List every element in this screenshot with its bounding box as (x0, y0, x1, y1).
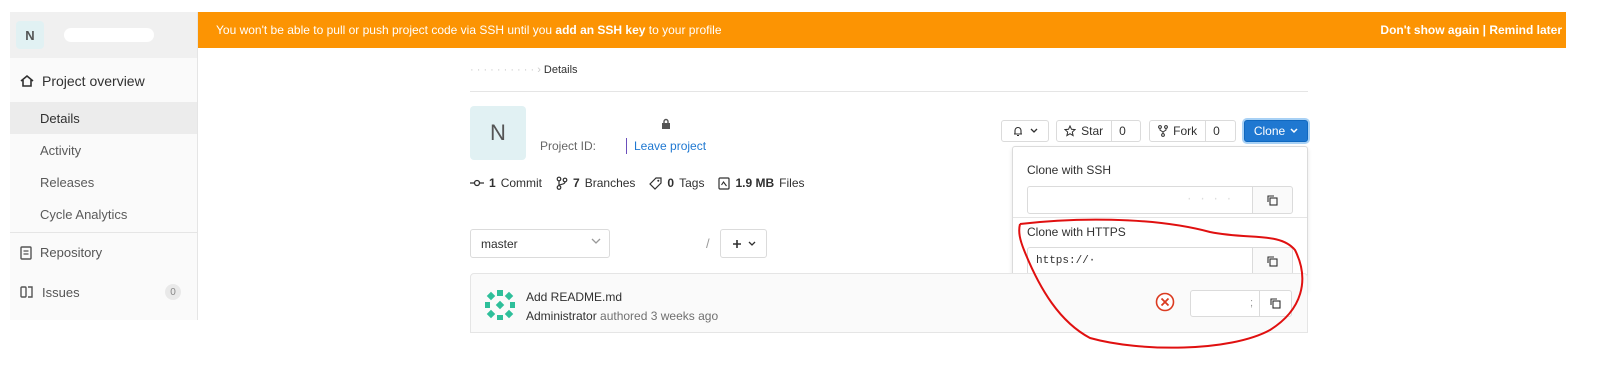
redacted-project-name (64, 28, 154, 42)
fork-button[interactable]: Fork 0 (1149, 120, 1236, 142)
path-separator: / (706, 236, 710, 251)
add-ssh-key-link[interactable]: add an SSH key (555, 23, 645, 37)
copy-icon (1267, 255, 1278, 267)
branches-label: Branches (584, 176, 636, 190)
sidebar-item-label: Project overview (42, 73, 145, 89)
fork-count[interactable]: 0 (1205, 121, 1227, 141)
clone-https-url-input[interactable]: https://· (1027, 247, 1253, 275)
fork-label: Fork (1173, 124, 1198, 138)
files-label: Files (779, 176, 805, 190)
fork-icon (1158, 125, 1169, 137)
project-stats: 1 Commit 7 Branches 0 Tags 1.9 MB Files (470, 176, 805, 190)
project-id-label: Project ID: (540, 139, 597, 153)
remind-later-link[interactable]: Remind later (1489, 23, 1562, 37)
clone-ssh-title: Clone with SSH (1027, 163, 1112, 177)
star-icon (1064, 125, 1077, 137)
star-label: Star (1081, 124, 1104, 138)
leave-project-link[interactable]: Leave project (634, 139, 706, 153)
project-avatar: N (470, 106, 526, 160)
plus-icon (732, 239, 741, 248)
document-icon (20, 245, 32, 260)
clone-ssh-url-input[interactable]: · · · · (1027, 186, 1253, 214)
sidebar-item-label: Repository (40, 245, 103, 260)
tags-label: Tags (679, 176, 705, 190)
tags-count: 0 (667, 176, 675, 190)
issues-icon (20, 286, 33, 298)
home-icon (20, 74, 34, 87)
sidebar-project-avatar: N (16, 21, 44, 49)
bell-icon (1014, 127, 1022, 137)
clone-dropdown-menu: Clone with SSH · · · · Clone with HTTPS … (1012, 146, 1308, 292)
sidebar-item-details[interactable]: Details (10, 102, 197, 134)
dont-show-again-link[interactable]: Don't show again (1380, 23, 1479, 37)
sidebar-item-releases[interactable]: Releases (10, 166, 197, 198)
page: N Project overview Details Activity Rele… (0, 0, 1600, 371)
commit-author-link[interactable]: Administrator (526, 309, 597, 323)
banner-divider: | (1479, 23, 1490, 37)
sidebar: N Project overview Details Activity Rele… (10, 12, 198, 320)
pipeline-failed-icon[interactable] (1155, 292, 1175, 312)
commit-icon (470, 179, 484, 187)
branch-select-value: master (481, 236, 518, 251)
tags-stat[interactable]: 0 Tags (649, 176, 704, 190)
commits-label: Commit (500, 176, 543, 190)
branch-select[interactable]: master (470, 229, 610, 258)
commits-stat[interactable]: 1 Commit (470, 176, 542, 190)
sidebar-item-project-overview[interactable]: Project overview (10, 60, 197, 102)
breadcrumb-current: Details (543, 64, 578, 76)
identicon-avatar (485, 290, 515, 320)
branches-stat[interactable]: 7 Branches (556, 176, 635, 190)
commit-meta: authored 3 weeks ago (600, 309, 719, 323)
dropdown-divider (1013, 217, 1307, 218)
copy-icon (1270, 298, 1281, 309)
star-button[interactable]: Star 0 (1056, 120, 1141, 142)
add-file-dropdown-button[interactable] (720, 229, 767, 258)
banner-actions: Don't show again | Remind later (1380, 23, 1562, 37)
star-count[interactable]: 0 (1111, 121, 1133, 141)
commit-sha-field[interactable]: ; (1190, 290, 1260, 317)
copy-https-url-button[interactable] (1252, 247, 1293, 275)
branch-icon (556, 176, 568, 190)
clone-button[interactable]: Clone (1244, 120, 1308, 142)
commit-title-link[interactable]: Add README.md (526, 290, 622, 304)
branches-count: 7 (573, 176, 580, 190)
chevron-down-icon (748, 241, 755, 246)
files-size: 1.9 MB (735, 176, 775, 190)
commits-count: 1 (489, 176, 496, 190)
ssh-key-warning-banner: You won't be able to pull or push projec… (198, 12, 1566, 48)
chevron-down-icon (591, 238, 601, 244)
banner-text-end: to your profile (645, 23, 722, 37)
sidebar-item-cycle-analytics[interactable]: Cycle Analytics (10, 198, 197, 230)
sidebar-item-activity[interactable]: Activity (10, 134, 197, 166)
file-icon (718, 176, 731, 190)
breadcrumb: · · · · · · · · · · › Details (470, 64, 578, 76)
chevron-down-icon (1030, 128, 1038, 133)
chevron-down-icon (1290, 128, 1298, 134)
clone-https-title: Clone with HTTPS (1027, 225, 1126, 239)
sidebar-project-header[interactable]: N (10, 12, 197, 58)
sidebar-item-issues[interactable]: Issues 0 (10, 272, 197, 312)
clone-label: Clone (1253, 124, 1286, 138)
separator (626, 138, 627, 154)
sidebar-item-repository[interactable]: Repository (10, 232, 197, 272)
sidebar-item-label: Issues (42, 284, 80, 300)
divider (470, 91, 1308, 92)
commit-author-line: Administrator authored 3 weeks ago (526, 309, 718, 323)
notification-dropdown-button[interactable] (1001, 120, 1049, 142)
copy-sha-button[interactable] (1259, 290, 1292, 317)
tag-icon (649, 176, 663, 190)
issues-count-badge: 0 (165, 284, 181, 300)
copy-ssh-url-button[interactable] (1252, 186, 1293, 214)
banner-text: You won't be able to pull or push projec… (216, 23, 556, 37)
lock-icon (662, 118, 670, 129)
copy-icon (1267, 194, 1278, 206)
files-stat[interactable]: 1.9 MB Files (718, 176, 805, 190)
